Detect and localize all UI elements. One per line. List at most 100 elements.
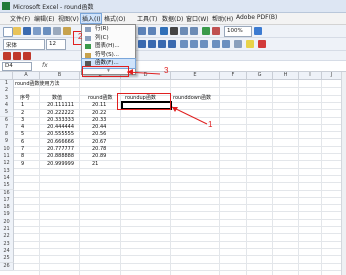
percent-icon[interactable] — [190, 40, 198, 48]
cell-value[interactable]: 20.444444 — [47, 124, 74, 131]
menu-help[interactable]: 帮助(H) — [212, 14, 233, 23]
menu-edit[interactable]: 编辑(E) — [34, 14, 54, 23]
font-name-select[interactable]: 宋体 — [3, 39, 45, 50]
print-icon[interactable] — [53, 27, 61, 35]
header-round[interactable]: round函数 — [88, 95, 113, 102]
select-all-corner[interactable] — [0, 72, 13, 80]
decrease-decimal-icon[interactable] — [222, 40, 230, 48]
help-icon[interactable] — [254, 27, 262, 35]
menu-view[interactable]: 视图(V) — [58, 14, 79, 23]
open-icon[interactable] — [13, 27, 21, 35]
increase-decimal-icon[interactable] — [212, 40, 220, 48]
grid-line — [13, 167, 346, 169]
borders-icon[interactable] — [234, 40, 242, 48]
cell-round[interactable]: 20.44 — [92, 124, 106, 131]
column-header-e[interactable]: E — [171, 72, 220, 80]
menu-adobe-pdf[interactable]: Adobe PDF(B) — [236, 14, 277, 21]
cell-value[interactable]: 20.555555 — [47, 131, 74, 138]
cell-value[interactable]: 20.222222 — [47, 110, 74, 117]
comma-icon[interactable] — [200, 40, 208, 48]
cell-round[interactable]: 20.78 — [92, 146, 106, 153]
title-cell[interactable]: round函数使用方法 — [15, 81, 60, 88]
column-header-i[interactable]: I — [299, 72, 322, 80]
column-header-j[interactable]: J — [322, 72, 342, 80]
drawing-icon[interactable] — [212, 27, 220, 35]
cell-value[interactable]: 20.111111 — [47, 102, 74, 109]
grid-line — [13, 226, 346, 227]
cell-round[interactable]: 20.11 — [92, 102, 106, 109]
menu-window[interactable]: 窗口(W) — [186, 14, 209, 23]
cell-round[interactable]: 20.56 — [92, 131, 106, 138]
menu-item-rows-label: 行(R) — [95, 26, 109, 32]
column-header-a[interactable]: A — [13, 72, 40, 80]
cell-seq[interactable]: 8 — [21, 153, 24, 160]
cell-seq[interactable]: 1 — [21, 102, 24, 109]
redo-icon[interactable] — [148, 27, 156, 35]
row-header[interactable]: 26 — [0, 262, 14, 271]
cell-seq[interactable]: 4 — [21, 124, 24, 131]
save-icon[interactable] — [23, 27, 31, 35]
cell-round[interactable]: 20.89 — [92, 153, 106, 160]
column-header-f[interactable]: F — [220, 72, 247, 80]
zoom-select[interactable]: 100% — [224, 26, 252, 37]
fx-icon[interactable]: fx — [42, 62, 48, 69]
email-icon[interactable] — [43, 27, 51, 35]
menu-item-chart[interactable]: 图表(H)... — [82, 42, 135, 51]
menu-data[interactable]: 数据(D) — [162, 14, 183, 23]
header-seq[interactable]: 序号 — [20, 95, 30, 102]
menu-insert[interactable]: 插入(I) — [80, 13, 103, 24]
menu-item-symbol[interactable]: 符号(S)... — [82, 51, 135, 60]
column-header-h[interactable]: H — [273, 72, 299, 80]
cell-round[interactable]: 20.33 — [92, 117, 106, 124]
autosum-icon[interactable] — [170, 27, 178, 35]
annotation-label-1: 1 — [208, 120, 213, 129]
pdf-convert-icon[interactable] — [3, 52, 11, 60]
cell-value[interactable]: 20.999999 — [47, 161, 74, 168]
menu-item-rows[interactable]: 行(R) — [82, 25, 135, 34]
chart-wizard-icon[interactable] — [202, 27, 210, 35]
permission-icon[interactable] — [33, 27, 41, 35]
currency-icon[interactable] — [180, 40, 188, 48]
preview-icon[interactable] — [63, 27, 71, 35]
grid-line — [13, 182, 346, 184]
menu-file[interactable]: 文件(F) — [10, 14, 30, 23]
hyperlink-icon[interactable] — [160, 27, 168, 35]
header-value[interactable]: 数值 — [52, 95, 62, 102]
font-size-select[interactable]: 12 — [46, 39, 66, 50]
pdf-toolbar — [0, 51, 346, 61]
grid-line — [13, 247, 346, 249]
cell-seq[interactable]: 3 — [21, 117, 24, 124]
vertical-scrollbar[interactable] — [341, 72, 346, 275]
column-header-g[interactable]: G — [247, 72, 273, 80]
merge-center-icon[interactable] — [168, 40, 176, 48]
align-left-icon[interactable] — [138, 40, 146, 48]
new-icon[interactable] — [3, 27, 13, 37]
undo-icon[interactable] — [138, 27, 146, 35]
cell-round[interactable]: 20.67 — [92, 139, 106, 146]
cell-seq[interactable]: 9 — [21, 161, 24, 168]
menu-tools[interactable]: 工具(T) — [137, 14, 157, 23]
cell-round[interactable]: 21 — [92, 161, 98, 168]
column-header-b[interactable]: B — [40, 72, 80, 80]
pdf-review-icon[interactable] — [23, 52, 31, 60]
cell-value[interactable]: 20.666666 — [47, 139, 74, 146]
font-color-icon[interactable] — [258, 40, 266, 48]
sort-ascending-icon[interactable] — [180, 27, 188, 35]
cell-seq[interactable]: 7 — [21, 146, 24, 153]
cell-value[interactable]: 20.333333 — [47, 117, 74, 124]
cell-seq[interactable]: 6 — [21, 139, 24, 146]
fill-color-icon[interactable] — [246, 40, 254, 48]
name-box[interactable]: D4 — [2, 62, 32, 71]
cell-seq[interactable]: 2 — [21, 110, 24, 117]
menu-format[interactable]: 格式(O) — [104, 14, 125, 23]
header-rounddown[interactable]: rounddown函数 — [173, 95, 211, 102]
sort-descending-icon[interactable] — [190, 27, 198, 35]
cell-value[interactable]: 20.888888 — [47, 153, 74, 160]
cell-value[interactable]: 20.777777 — [47, 146, 74, 153]
align-center-icon[interactable] — [148, 40, 156, 48]
cell-round[interactable]: 20.22 — [92, 110, 106, 117]
cell-seq[interactable]: 5 — [21, 131, 24, 138]
align-right-icon[interactable] — [158, 40, 166, 48]
menu-item-columns[interactable]: 列(C) — [82, 34, 135, 43]
pdf-email-icon[interactable] — [13, 52, 21, 60]
